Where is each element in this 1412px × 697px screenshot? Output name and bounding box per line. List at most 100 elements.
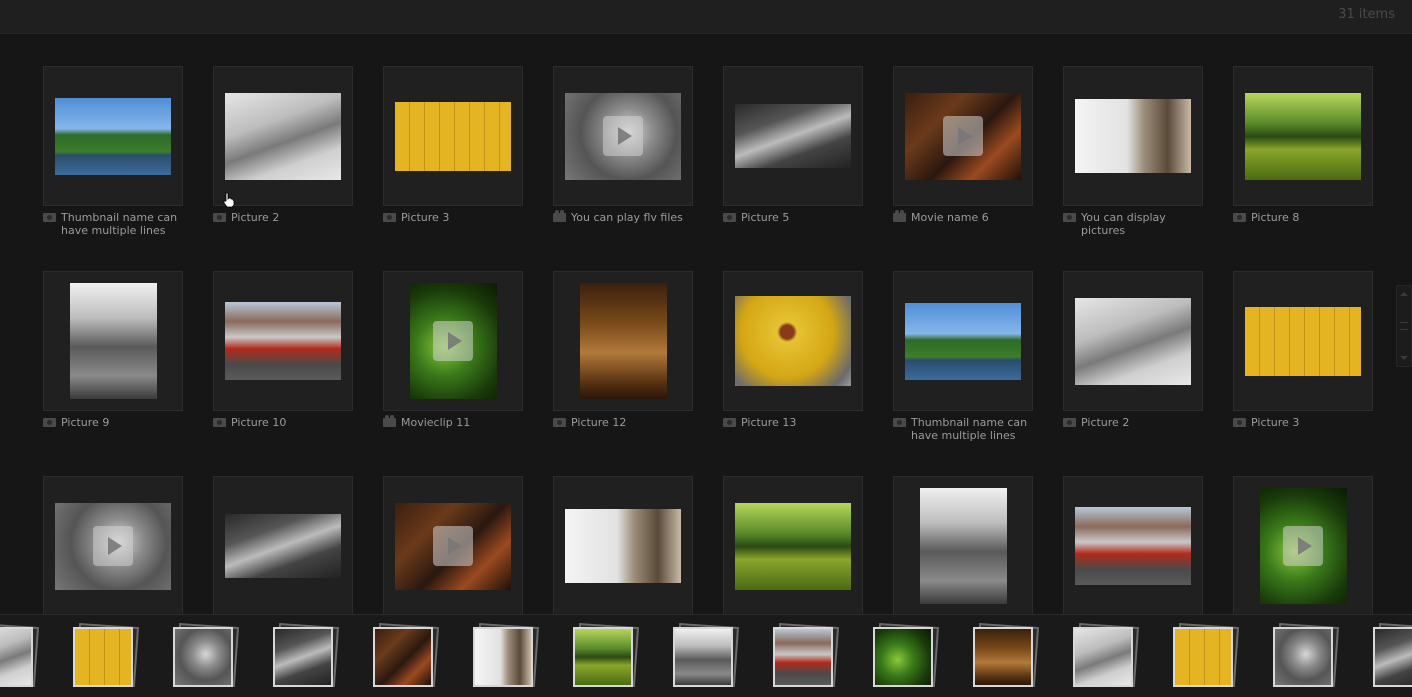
- thumbnail-frame[interactable]: [893, 66, 1033, 206]
- thumbnail-frame[interactable]: [213, 476, 353, 614]
- filmstrip-thumbnail[interactable]: [473, 627, 533, 687]
- thumbnail-image[interactable]: [55, 98, 171, 175]
- film-camera-icon: [553, 210, 566, 222]
- thumbnail-image[interactable]: [580, 283, 667, 399]
- camera-icon: [213, 213, 226, 222]
- filmstrip-thumbnail[interactable]: [573, 627, 633, 687]
- thumbnail-image[interactable]: [225, 302, 341, 380]
- thumbnail-frame[interactable]: [213, 66, 353, 206]
- item-count: 31 items: [1338, 7, 1395, 22]
- thumbnail-image[interactable]: [225, 93, 341, 180]
- caption-text: Picture 5: [741, 211, 790, 224]
- thumbnail-image[interactable]: [735, 503, 851, 590]
- caption-text: Picture 12: [571, 416, 627, 429]
- camera-icon: [723, 418, 736, 427]
- filmstrip-thumbnail[interactable]: [1173, 627, 1233, 687]
- filmstrip-thumbnail[interactable]: [1273, 627, 1333, 687]
- thumbnail-frame[interactable]: [723, 66, 863, 206]
- thumbnail-image[interactable]: [565, 509, 681, 583]
- thumbnail-image[interactable]: [70, 283, 157, 399]
- play-icon[interactable]: [1283, 526, 1323, 566]
- filmstrip-thumbnail[interactable]: [0, 627, 33, 687]
- scroll-up-icon[interactable]: [1400, 292, 1408, 296]
- camera-icon: [893, 418, 906, 427]
- camera-icon: [43, 213, 56, 222]
- filmstrip-thumbnail[interactable]: [173, 627, 233, 687]
- caption-text: Thumbnail name can have multiple lines: [61, 211, 178, 237]
- film-camera-icon: [383, 415, 396, 427]
- caption-text: Picture 3: [1251, 416, 1300, 429]
- filmstrip-thumbnail[interactable]: [73, 627, 133, 687]
- thumbnail-frame[interactable]: [383, 66, 523, 206]
- camera-icon: [1063, 213, 1076, 222]
- filmstrip-thumbnail[interactable]: [973, 627, 1033, 687]
- thumbnail-frame[interactable]: [1063, 66, 1203, 206]
- play-icon[interactable]: [603, 116, 643, 156]
- camera-icon: [213, 418, 226, 427]
- thumbnail-frame[interactable]: [383, 476, 523, 614]
- thumbnail-frame[interactable]: [1233, 66, 1373, 206]
- filmstrip: [0, 614, 1412, 697]
- camera-icon: [1063, 418, 1076, 427]
- play-icon[interactable]: [93, 526, 133, 566]
- camera-icon: [553, 418, 566, 427]
- filmstrip-thumbnail[interactable]: [1373, 627, 1412, 687]
- thumbnail-frame[interactable]: [43, 271, 183, 411]
- thumbnail-image[interactable]: [735, 296, 851, 386]
- caption-text: Movie name 6: [911, 211, 989, 224]
- filmstrip-thumbnail[interactable]: [773, 627, 833, 687]
- filmstrip-thumbnail[interactable]: [873, 627, 933, 687]
- thumbnail-image[interactable]: [735, 104, 851, 168]
- filmstrip-thumbnail[interactable]: [1073, 627, 1133, 687]
- thumbnail-image[interactable]: [395, 102, 511, 171]
- filmstrip-thumbnail[interactable]: [373, 627, 433, 687]
- thumbnail-image[interactable]: [225, 514, 341, 578]
- thumbnail-image[interactable]: [905, 303, 1021, 380]
- thumbnail-frame[interactable]: [723, 476, 863, 614]
- thumbnail-frame[interactable]: [893, 476, 1033, 614]
- thumbnail-frame[interactable]: [1233, 476, 1373, 614]
- thumbnail-frame[interactable]: [1233, 271, 1373, 411]
- scroll-down-icon[interactable]: [1400, 356, 1408, 360]
- thumbnail-frame[interactable]: [893, 271, 1033, 411]
- hand-cursor-icon: [223, 192, 235, 208]
- thumbnail-grid: Thumbnail name can have multiple lines Pi…: [0, 34, 1412, 614]
- thumbnail-image[interactable]: [1075, 99, 1191, 173]
- thumbnail-frame[interactable]: [723, 271, 863, 411]
- camera-icon: [43, 418, 56, 427]
- thumbnail-image[interactable]: [1075, 298, 1191, 385]
- caption-text: Picture 8: [1251, 211, 1300, 224]
- filmstrip-thumbnail[interactable]: [673, 627, 733, 687]
- caption-text: Picture 10: [231, 416, 287, 429]
- thumbnail-image[interactable]: [1245, 307, 1361, 376]
- filmstrip-thumbnail[interactable]: [273, 627, 333, 687]
- play-icon[interactable]: [433, 321, 473, 361]
- camera-icon: [1233, 418, 1246, 427]
- camera-icon: [1233, 213, 1246, 222]
- caption-text: You can display pictures: [1081, 211, 1166, 237]
- caption-text: Picture 3: [401, 211, 450, 224]
- thumbnail-image[interactable]: [920, 488, 1007, 604]
- thumbnail-frame[interactable]: [43, 476, 183, 614]
- thumbnail-frame[interactable]: [553, 271, 693, 411]
- thumbnail-frame[interactable]: [43, 66, 183, 206]
- thumbnail-frame[interactable]: [553, 476, 693, 614]
- caption-text: Thumbnail name can have multiple lines: [911, 416, 1028, 442]
- film-camera-icon: [893, 210, 906, 222]
- camera-icon: [383, 213, 396, 222]
- thumbnail-frame[interactable]: [553, 66, 693, 206]
- thumbnail-frame[interactable]: [383, 271, 523, 411]
- caption-text: Picture 2: [1081, 416, 1130, 429]
- play-icon[interactable]: [433, 526, 473, 566]
- play-icon[interactable]: [943, 116, 983, 156]
- thumbnail-frame[interactable]: [1063, 271, 1203, 411]
- caption-text: Picture 13: [741, 416, 797, 429]
- scrollbar[interactable]: [1396, 285, 1412, 367]
- thumbnail-image[interactable]: [1075, 507, 1191, 585]
- thumbnail-frame[interactable]: [213, 271, 353, 411]
- thumbnail-frame[interactable]: [1063, 476, 1203, 614]
- scroll-grip-icon[interactable]: [1400, 322, 1408, 330]
- caption-text: Picture 9: [61, 416, 110, 429]
- thumbnail-image[interactable]: [1245, 93, 1361, 180]
- caption-text: You can play flv files: [571, 211, 683, 224]
